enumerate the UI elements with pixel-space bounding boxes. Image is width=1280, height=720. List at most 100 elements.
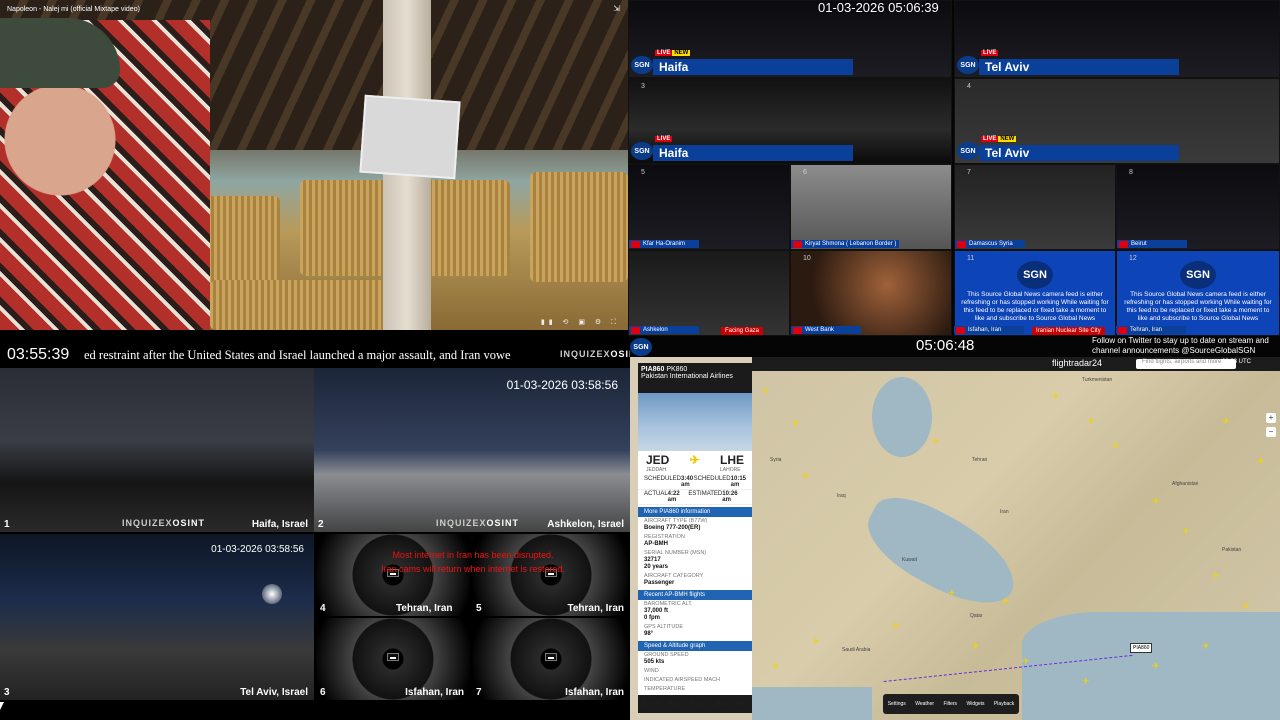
sgn-clock-top: 01-03-2026 05:06:39 [818,0,939,15]
widgets-button[interactable]: Widgets [966,701,984,707]
time-row: SCHEDULED 3:40 am SCHEDULED 10:15 am [638,475,752,490]
plane-icon[interactable]: ✈ [948,589,956,598]
internet-disruption-notice: Most internet in Iran has been disrupted… [316,548,630,576]
flightradar-pane: PIA860 Syria Iraq Iran Turkmenistan Afgh… [630,357,1280,720]
settings-button[interactable]: Settings [888,701,906,707]
airline-name: Pakistan International Airlines [641,373,733,380]
music-video-pane[interactable]: Napoleon - Nalej mi (official Mixtape vi… [0,0,628,330]
fr24-topbar: flightradar24 03:08 UTC Find flights, ai… [752,357,1280,371]
plane-icon[interactable]: ✈ [1152,662,1160,671]
playback-button[interactable]: Playback [994,701,1014,707]
plane-icon[interactable]: ✈ [1242,602,1250,611]
video-controls[interactable]: ▮▮ ⟲ ▣ ⚙ ⛶ [541,318,620,327]
sgn-logo: SGN [957,142,979,160]
follow-button[interactable]: Follow [691,701,705,707]
map-label: Tehran [972,457,988,463]
sgn-cell-4[interactable]: 4 SGN LIVE NEW Tel Aviv [954,78,1280,164]
mouse-cursor-icon [0,702,4,710]
map-label: Turkmenistan [1082,377,1113,383]
osint-cam-ashkelon[interactable]: 01-03-2026 03:58:56 INQUIZEXOSINT 2 Ashk… [314,368,630,532]
plane-icon[interactable]: ✈ [972,642,980,651]
recent-flights-section[interactable]: Recent AP-BMH flights [638,590,752,600]
plane-icon[interactable]: ✈ [772,662,780,671]
no-signal-icon [387,653,399,662]
ticker-text: ed restraint after the United States and… [84,348,511,362]
indicated-airspeed: INDICATED AIRSPEED MACH [644,677,721,683]
sgn-cell-6[interactable]: 6 Kiryat Shmona ( Lebanon Border ) [790,164,952,250]
city-label: Damascus Syria [955,240,1025,248]
cam-label: Tehran, Iran [567,603,625,614]
plane-icon[interactable]: ✈ [1182,527,1190,536]
plane-icon[interactable]: ✈ [1212,572,1220,581]
plane-icon[interactable]: ✈ [1022,657,1030,666]
plane-icon[interactable]: ✈ [812,637,820,646]
cell-index: 4 [967,83,971,90]
red-sea [752,687,872,720]
sgn-cell-3[interactable]: 3 SGN LIVE Haifa [628,78,952,164]
plane-icon[interactable]: ✈ [932,437,940,446]
plane-icon[interactable]: ✈ [1082,677,1090,686]
gps-alt: GPS ALTITUDE 98° [644,624,684,637]
origin-city: JEDDAH [646,467,667,473]
plane-icon[interactable]: ✈ [1222,417,1230,426]
speed-graph-section[interactable]: Speed & Altitude graph [638,641,752,651]
sgn-cell-11[interactable]: 11 SGN This Source Global News camera fe… [954,250,1116,336]
sgn-cell-5[interactable]: 5 Kfar Ha-Oranim [628,164,790,250]
osint-cam-isfahan-2[interactable]: 7 Isfahan, Iran [472,618,630,700]
hay-bale [210,280,390,330]
plane-icon[interactable]: ✈ [792,419,800,428]
cell-index: 10 [803,255,811,262]
sgn-cell-10[interactable]: 10 West Bank [790,250,952,336]
osint-cam-haifa[interactable]: INQUIZEXOSINT 1 Haifa, Israel [0,368,314,532]
plane-icon[interactable]: ✈ [802,472,810,481]
plane-icon[interactable]: ✈ [1002,597,1010,606]
zoom-in-button[interactable]: + [1266,413,1276,423]
dest-code: LHE [720,453,744,467]
weather-button[interactable]: Weather [915,701,934,707]
more-info-section[interactable]: More PIA860 information [638,507,752,517]
aircraft-photo[interactable] [638,393,752,451]
plane-icon[interactable]: ✈ [1052,392,1060,401]
plane-icon[interactable]: ✈ [1152,497,1160,506]
sgn-cell-8[interactable]: 8 Beirut [1116,164,1280,250]
sgn-cell-7[interactable]: 7 Damascus Syria [954,164,1116,250]
plane-icon[interactable]: ✈ [1202,642,1210,651]
sgn-cell-2[interactable]: SGN LIVE Tel Aviv [954,0,1280,78]
sgn-cell-12[interactable]: 12 SGN This Source Global News camera fe… [1116,250,1280,336]
city-label: Kfar Ha-Oranim [629,240,699,248]
route-button[interactable]: Route [669,701,682,707]
zoom-out-button[interactable]: − [1266,427,1276,437]
sgn-logo: SGN [1017,261,1053,289]
sgn-logo: SGN [630,338,652,356]
arabian-sea [1022,612,1280,720]
cell-index: 12 [1129,255,1137,262]
osint-cam-telaviv[interactable]: 01-03-2026 03:58:56 3 Tel Aviv, Israel [0,534,314,700]
plane-icon[interactable]: ✈ [1112,442,1120,451]
cell-index: 6 [803,169,807,176]
video-title: Napoleon - Nalej mi (official Mixtape vi… [7,6,140,13]
map-label: Syria [770,457,782,463]
filters-button[interactable]: Filters [943,701,957,707]
plane-icon[interactable]: ✈ [892,622,900,631]
plane-icon[interactable]: ✈ [1087,417,1095,426]
caspian-sea [872,377,932,457]
news-ticker: 03:55:39 ed restraint after the United S… [0,340,630,368]
flight-tag[interactable]: PIA860 [1130,643,1153,653]
notice-line-1: Most internet in Iran has been disrupted… [392,550,554,560]
sgn-logo: SGN [631,142,653,160]
flight-map[interactable]: PIA860 Syria Iraq Iran Turkmenistan Afgh… [752,357,1280,720]
osint-cam-isfahan-1[interactable]: 6 Isfahan, Iran [316,618,470,700]
route: JED JEDDAH ✈ LHE LAHORE [638,451,752,475]
fr24-search-input[interactable]: Find flights, airports and more [1136,359,1236,369]
ticker-clock: 03:55:39 [7,346,70,363]
download-icon[interactable]: ⇲ [613,4,620,13]
view-3d-button[interactable]: 3D view [642,701,660,707]
plane-icon[interactable]: ✈ [1257,457,1265,466]
flight-detail-panel: PIA860 PK860 Pakistan International Airl… [638,363,752,713]
plane-icon[interactable]: ✈ [762,387,770,396]
more-button[interactable]: More [736,701,747,707]
share-button[interactable]: Share [714,701,727,707]
sgn-logo: SGN [957,56,979,74]
sgn-cell-9[interactable]: Ashkelon Facing Gaza [628,250,790,336]
cam-timestamp: 01-03-2026 03:58:56 [211,544,304,555]
